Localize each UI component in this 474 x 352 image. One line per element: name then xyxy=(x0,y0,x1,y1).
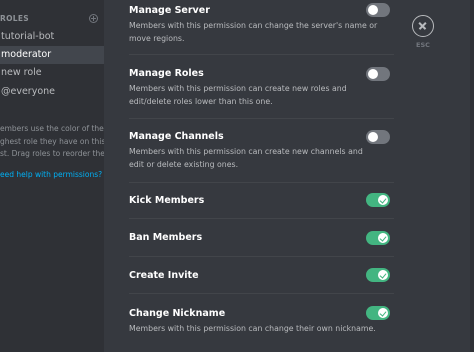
create-invite-toggle[interactable] xyxy=(366,268,390,282)
help-line: embers use the color of the xyxy=(0,124,104,133)
permission-title: Manage Server xyxy=(129,5,210,16)
role-label: new role xyxy=(1,67,42,78)
divider xyxy=(129,256,394,257)
role-label: moderator xyxy=(1,49,52,60)
roles-sidebar: ROLES tutorial-bot moderator new role @e… xyxy=(0,0,104,352)
manage-roles-toggle[interactable] xyxy=(366,67,390,81)
divider xyxy=(129,118,394,119)
help-line: ghest role they have on this xyxy=(0,136,104,146)
permission-desc: Members with this permission can change … xyxy=(129,324,376,333)
esc-label: ESC xyxy=(416,41,430,49)
toggle-knob xyxy=(368,5,378,15)
permission-title: Change Nickname xyxy=(129,308,226,319)
role-label: tutorial-bot xyxy=(1,31,55,42)
toggle-knob xyxy=(378,270,388,280)
permission-desc: Members with this permission can create … xyxy=(129,147,363,169)
add-role-icon[interactable] xyxy=(89,14,98,23)
close-icon[interactable] xyxy=(412,15,434,37)
toggle-knob xyxy=(368,132,378,142)
scrollbar[interactable] xyxy=(470,0,474,352)
permission-desc: Members with this permission can create … xyxy=(129,84,347,106)
divider xyxy=(129,293,394,294)
roles-help-text: embers use the color of the ghest role t… xyxy=(0,123,104,161)
manage-channels-toggle[interactable] xyxy=(366,130,390,144)
toggle-knob xyxy=(378,308,388,318)
ban-members-toggle[interactable] xyxy=(366,231,390,245)
divider xyxy=(129,218,394,219)
permissions-list: Manage Server Members with this permissi… xyxy=(104,0,394,352)
role-item-new-role[interactable]: new role xyxy=(0,64,104,82)
permissions-help-link[interactable]: eed help with permissions? xyxy=(0,170,102,179)
divider xyxy=(129,54,394,55)
permission-title: Ban Members xyxy=(129,232,203,243)
divider xyxy=(129,182,394,183)
kick-members-toggle[interactable] xyxy=(366,193,390,207)
change-nickname-toggle[interactable] xyxy=(366,306,390,320)
toggle-knob xyxy=(378,195,388,205)
role-item-moderator[interactable]: moderator xyxy=(0,46,104,64)
role-item-everyone[interactable]: @everyone xyxy=(0,83,104,101)
permission-desc: Members with this permission can change … xyxy=(129,21,378,43)
roles-header-label: ROLES xyxy=(0,14,29,23)
permission-title: Manage Channels xyxy=(129,131,224,142)
help-line: st. Drag roles to reorder them! xyxy=(0,149,104,158)
permission-title: Create Invite xyxy=(129,270,199,281)
permission-title: Kick Members xyxy=(129,195,205,206)
roles-header: ROLES xyxy=(0,14,104,26)
role-item-tutorial-bot[interactable]: tutorial-bot xyxy=(0,28,104,46)
role-label: @everyone xyxy=(1,86,56,97)
manage-server-toggle[interactable] xyxy=(366,3,390,17)
toggle-knob xyxy=(368,69,378,79)
permission-title: Manage Roles xyxy=(129,68,204,79)
toggle-knob xyxy=(378,233,388,243)
